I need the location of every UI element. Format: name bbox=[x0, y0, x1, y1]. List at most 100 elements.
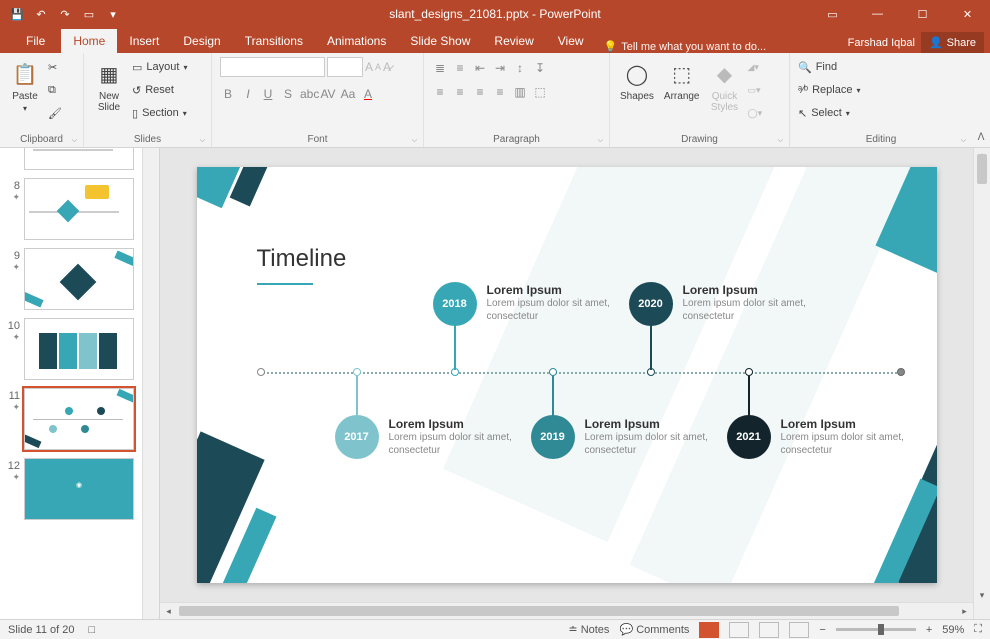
shape-effects-button[interactable]: ◯▾ bbox=[748, 103, 763, 123]
clear-format-icon[interactable]: A̷ bbox=[383, 60, 391, 74]
select-button[interactable]: ↖Select▾ bbox=[798, 103, 860, 123]
font-name-combo[interactable] bbox=[220, 57, 325, 77]
sorter-view-button[interactable] bbox=[729, 622, 749, 638]
layout-button[interactable]: ▭Layout▾ bbox=[132, 57, 187, 77]
select-label: Select bbox=[811, 107, 842, 119]
arrange-button[interactable]: ⬚Arrange bbox=[662, 57, 702, 104]
align-center-button[interactable]: ≡ bbox=[452, 85, 468, 99]
indent-decrease-button[interactable]: ⇤ bbox=[472, 61, 488, 75]
shapes-button[interactable]: ◯Shapes bbox=[618, 57, 656, 104]
numbering-button[interactable]: ≡ bbox=[452, 61, 468, 75]
user-name[interactable]: Farshad Iqbal bbox=[848, 37, 915, 49]
line-spacing-button[interactable]: ↕ bbox=[512, 61, 528, 75]
paste-button[interactable]: 📋 Paste ▾ bbox=[8, 57, 42, 115]
align-right-button[interactable]: ≡ bbox=[472, 85, 488, 99]
tab-home[interactable]: Home bbox=[61, 29, 117, 53]
maximize-button[interactable]: ☐ bbox=[900, 0, 945, 28]
new-slide-button[interactable]: ▦ New Slide bbox=[92, 57, 126, 115]
slide-content[interactable]: Timeline 2017 Lorem IpsumLorem ipsum dol… bbox=[197, 167, 937, 583]
slide-canvas[interactable]: Timeline 2017 Lorem IpsumLorem ipsum dol… bbox=[160, 148, 973, 602]
ribbon-options-icon[interactable]: ▭ bbox=[810, 0, 855, 28]
normal-view-button[interactable] bbox=[699, 622, 719, 638]
replace-button[interactable]: ᵃ⁄ᵇReplace▾ bbox=[798, 80, 860, 100]
vertical-scrollbar[interactable]: ▴ ▾ bbox=[973, 148, 990, 619]
share-button[interactable]: 👤 Share bbox=[921, 32, 984, 53]
tab-insert[interactable]: Insert bbox=[117, 29, 171, 53]
collapse-ribbon-icon[interactable]: ᐱ bbox=[972, 53, 990, 147]
comments-button[interactable]: 💬 Comments bbox=[619, 623, 689, 636]
redo-icon[interactable]: ↷ bbox=[58, 7, 72, 21]
tab-view[interactable]: View bbox=[546, 29, 596, 53]
fit-to-window-button[interactable]: ⛶ bbox=[974, 623, 982, 636]
font-size-combo[interactable] bbox=[327, 57, 363, 77]
find-button[interactable]: 🔍Find bbox=[798, 57, 860, 77]
font-color-button[interactable]: A bbox=[360, 87, 376, 101]
slide-thumb-8[interactable] bbox=[24, 178, 134, 240]
shape-fill-button[interactable]: ◢▾ bbox=[748, 57, 763, 77]
cut-button[interactable]: ✂ bbox=[48, 57, 62, 77]
scroll-thumb[interactable] bbox=[179, 606, 899, 616]
section-button[interactable]: ▯Section▾ bbox=[132, 103, 187, 123]
slide-thumb-10[interactable] bbox=[24, 318, 134, 380]
copy-button[interactable]: ⧉ bbox=[48, 80, 62, 100]
justify-button[interactable]: ≡ bbox=[492, 85, 508, 99]
tab-file[interactable]: File bbox=[10, 29, 61, 53]
indent-increase-button[interactable]: ⇥ bbox=[492, 61, 508, 75]
case-button[interactable]: Aa bbox=[340, 87, 356, 101]
columns-button[interactable]: ▥ bbox=[512, 85, 528, 99]
reading-view-button[interactable] bbox=[759, 622, 779, 638]
stage: Timeline 2017 Lorem IpsumLorem ipsum dol… bbox=[160, 148, 990, 619]
zoom-slider[interactable] bbox=[836, 628, 916, 631]
save-icon[interactable]: 💾 bbox=[10, 7, 24, 21]
tab-transitions[interactable]: Transitions bbox=[233, 29, 315, 53]
slide-indicator[interactable]: Slide 11 of 20 bbox=[8, 624, 74, 636]
group-label-slides: Slides bbox=[92, 132, 203, 147]
shape-outline-button[interactable]: ▭▾ bbox=[748, 80, 763, 100]
underline-button[interactable]: U bbox=[260, 87, 276, 101]
spellcheck-icon[interactable]: □ bbox=[88, 624, 95, 636]
slide-thumb-12[interactable]: ◉ bbox=[24, 458, 134, 520]
text-direction-button[interactable]: ↧ bbox=[532, 61, 548, 75]
start-from-beginning-icon[interactable]: ▭ bbox=[82, 7, 96, 21]
scroll-right-icon[interactable]: ▸ bbox=[956, 606, 973, 617]
zoom-in-button[interactable]: + bbox=[926, 624, 932, 636]
slide-thumb-9[interactable] bbox=[24, 248, 134, 310]
scroll-thumb-v[interactable] bbox=[977, 154, 987, 184]
tell-me-search[interactable]: 💡 Tell me what you want to do... bbox=[604, 40, 767, 53]
shadow-button[interactable]: abc bbox=[300, 87, 316, 101]
slide-thumb-11[interactable] bbox=[24, 388, 134, 450]
format-painter-button[interactable]: 🖌 bbox=[48, 103, 62, 123]
undo-icon[interactable]: ↶ bbox=[34, 7, 48, 21]
tab-slideshow[interactable]: Slide Show bbox=[398, 29, 482, 53]
zoom-out-button[interactable]: − bbox=[819, 624, 825, 636]
scroll-left-icon[interactable]: ◂ bbox=[160, 606, 177, 617]
smartart-button[interactable]: ⬚ bbox=[532, 85, 548, 99]
slide-thumb-7[interactable] bbox=[24, 148, 134, 170]
tab-review[interactable]: Review bbox=[482, 29, 545, 53]
zoom-level[interactable]: 59% bbox=[942, 624, 964, 636]
reset-button[interactable]: ↺Reset bbox=[132, 80, 187, 100]
lightbulb-icon: 💡 bbox=[604, 40, 618, 53]
bullets-button[interactable]: ≣ bbox=[432, 61, 448, 75]
align-left-button[interactable]: ≡ bbox=[432, 85, 448, 99]
grow-font-icon[interactable]: A bbox=[365, 60, 373, 74]
paste-icon: 📋 bbox=[10, 59, 40, 89]
animation-star-icon: ✦ bbox=[12, 192, 20, 203]
italic-button[interactable]: I bbox=[240, 87, 256, 101]
slideshow-view-button[interactable] bbox=[789, 622, 809, 638]
bold-button[interactable]: B bbox=[220, 87, 236, 101]
horizontal-scrollbar[interactable]: ◂ ▸ bbox=[160, 602, 973, 619]
spacing-button[interactable]: AV bbox=[320, 87, 336, 101]
qat-more-icon[interactable]: ▾ bbox=[106, 7, 120, 21]
thumbnail-pane[interactable]: 8✦ 9✦ 10✦ 11✦ bbox=[0, 148, 160, 619]
scroll-down-icon[interactable]: ▾ bbox=[974, 590, 990, 601]
notes-button[interactable]: ≐ Notes bbox=[568, 623, 609, 636]
tab-design[interactable]: Design bbox=[171, 29, 232, 53]
minimize-button[interactable]: — bbox=[855, 0, 900, 28]
close-button[interactable]: ✕ bbox=[945, 0, 990, 28]
paste-dropdown-icon[interactable]: ▾ bbox=[23, 104, 27, 113]
strike-button[interactable]: S bbox=[280, 87, 296, 101]
quick-styles-button[interactable]: ◆Quick Styles bbox=[708, 57, 742, 115]
tab-animations[interactable]: Animations bbox=[315, 29, 398, 53]
shrink-font-icon[interactable]: A bbox=[375, 62, 381, 72]
